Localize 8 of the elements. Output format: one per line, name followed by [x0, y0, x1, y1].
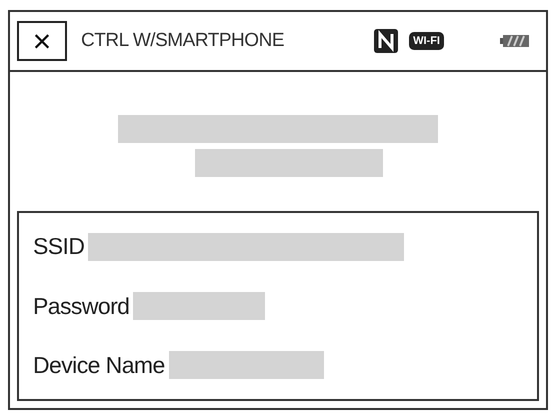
battery-icon [500, 34, 530, 48]
field-label: Password [33, 292, 130, 321]
close-button[interactable]: × [17, 21, 67, 61]
nfc-icon [373, 28, 400, 54]
screen-title: CTRL W/SMARTPHONE [81, 28, 284, 53]
field-label: Device Name [33, 351, 165, 380]
wifi-badge: WI-FI [409, 32, 444, 50]
field-label: SSID [33, 232, 84, 262]
